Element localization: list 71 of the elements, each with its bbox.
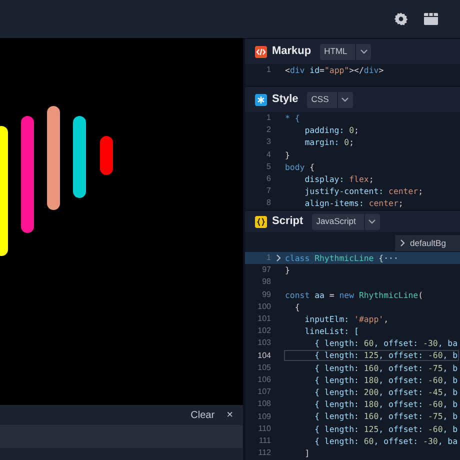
- chevron-down-icon: [341, 97, 350, 102]
- line-number: 102: [256, 327, 271, 336]
- line-number: 98: [261, 278, 271, 286]
- line-number: 99: [261, 290, 271, 299]
- language-select[interactable]: JavaScript: [312, 214, 380, 230]
- line-number: 8: [266, 199, 271, 208]
- panel-title: Script: [272, 214, 304, 230]
- line-number: 107: [256, 388, 271, 396]
- code-line: }: [285, 150, 290, 159]
- line-number: 108: [256, 400, 271, 408]
- language-select[interactable]: HTML: [320, 44, 372, 60]
- code-icon: [255, 46, 267, 58]
- line-number: 5: [266, 162, 271, 171]
- code-line: { length: 180, offset: -60, b: [314, 376, 458, 384]
- line-number: 97: [261, 266, 271, 274]
- language-select[interactable]: CSS: [307, 92, 353, 108]
- line-number: 7: [266, 187, 271, 196]
- code-line: }: [285, 266, 290, 274]
- panel-title: Markup: [272, 44, 312, 60]
- line-number: 111: [258, 436, 271, 445]
- chevron-down-icon: [360, 49, 368, 54]
- line-number: 105: [256, 364, 271, 372]
- code-line: { length: 60, offset: -30, ba: [314, 436, 458, 445]
- line-number: 1: [266, 254, 271, 262]
- code-line: class RhythmicLine {···: [285, 254, 398, 262]
- code-line: justify-content: center;: [304, 187, 424, 196]
- line-number: 112: [257, 449, 271, 458]
- line-number: 4: [266, 150, 271, 159]
- code-line: align-items: center;: [304, 199, 404, 208]
- code-line: { length: 125, offset: -60, b: [314, 424, 458, 433]
- code-line: body {: [285, 162, 315, 171]
- code-line: ]: [304, 448, 310, 458]
- code-line: { length: 160, offset: -75, b: [314, 364, 458, 372]
- code-line: { length: 125, offset: -60, b: [285, 351, 458, 360]
- line-number: 110: [257, 424, 271, 433]
- code-line: * {: [285, 114, 300, 122]
- line-number: 1: [266, 66, 271, 74]
- console-input[interactable]: [0, 425, 243, 448]
- code-line: { length: 160, offset: -75, b: [314, 412, 458, 421]
- breadcrumb-bar[interactable]: defaultBg: [395, 235, 460, 251]
- line-number: 103: [256, 339, 271, 348]
- panel-title: Style: [272, 92, 298, 108]
- code-line: {: [294, 302, 300, 311]
- close-button[interactable]: ×: [226, 410, 233, 420]
- code-line: const aa = new RhythmicLine(: [285, 290, 424, 299]
- code-line: lineList: [: [304, 327, 359, 336]
- line-number: 1: [266, 114, 271, 122]
- grid-icon[interactable]: [424, 13, 438, 25]
- line-number: 104: [256, 352, 271, 360]
- asterisk-icon: [255, 94, 267, 106]
- code-line: display: flex;: [304, 174, 374, 184]
- chevron-right-icon[interactable]: [276, 254, 280, 262]
- chevron-down-icon: [368, 219, 376, 224]
- line-number: 100: [256, 302, 271, 311]
- code-line: inputElm: '#app',: [304, 314, 389, 324]
- code-line: <div id="app"></div>: [285, 66, 384, 74]
- settings-icon[interactable]: [394, 12, 408, 26]
- code-line: { length: 180, offset: -60, b: [314, 400, 458, 408]
- clear-button[interactable]: Clear: [190, 408, 215, 422]
- braces-icon: [255, 216, 267, 228]
- code-line: padding: 0;: [304, 126, 359, 134]
- line-number: 101: [256, 315, 271, 324]
- line-number: 109: [256, 412, 271, 421]
- line-number: 6: [266, 175, 271, 184]
- line-number: 106: [256, 376, 271, 384]
- line-number: 3: [266, 138, 271, 146]
- chevron-right-icon: [400, 239, 405, 247]
- code-line: { length: 60, offset: -30, ba: [314, 339, 458, 348]
- line-number: 2: [266, 126, 271, 134]
- code-line: margin: 0;: [304, 138, 354, 147]
- code-line: { length: 200, offset: -45, b: [314, 388, 458, 396]
